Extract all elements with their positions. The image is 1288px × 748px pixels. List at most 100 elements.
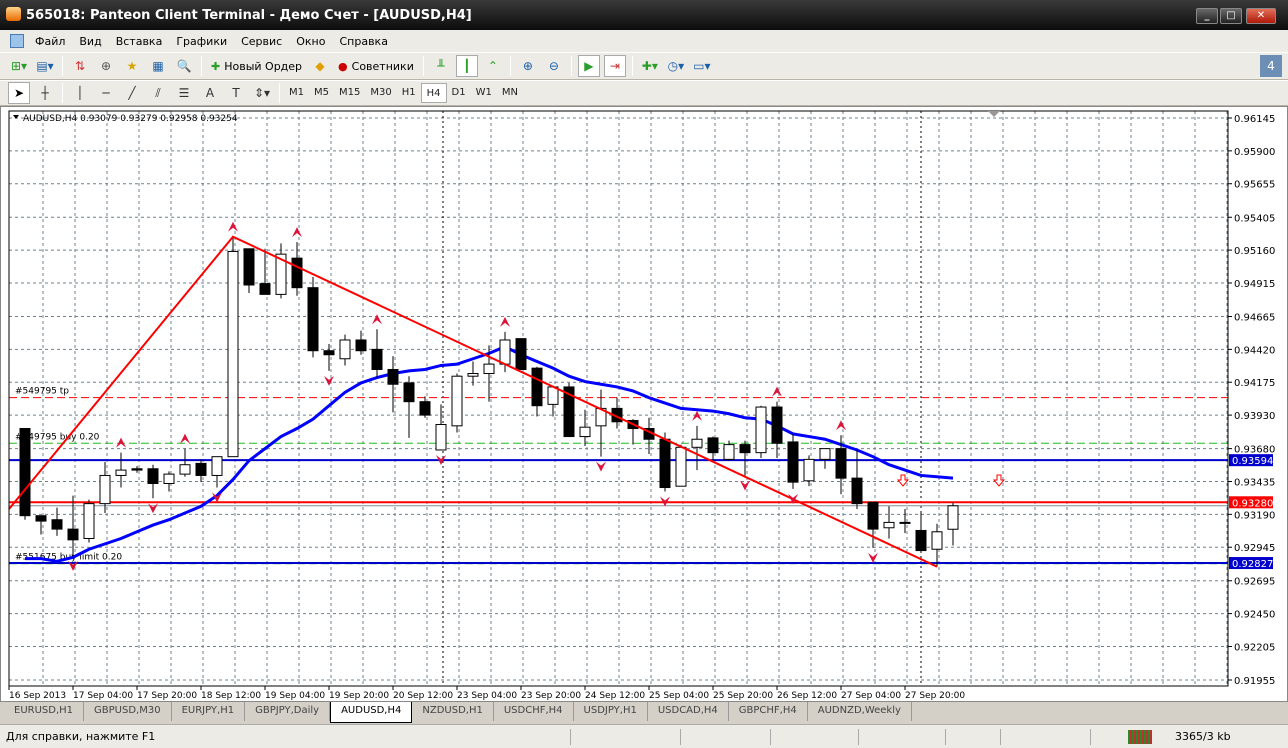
chart-tab[interactable]: USDCAD,H4	[648, 702, 729, 721]
candle-bull	[899, 521, 911, 524]
chat-icon[interactable]: 4	[1260, 55, 1282, 77]
status-bar: Для справки, нажмите F1 3365/3 kb	[0, 724, 1288, 748]
periods-icon[interactable]: ◷▾	[665, 55, 687, 77]
app-icon	[6, 7, 21, 21]
timeframe-m30[interactable]: M30	[365, 83, 396, 103]
new-order-button[interactable]: ✚ Новый Ордер	[208, 55, 305, 77]
menu-help[interactable]: Справка	[332, 35, 394, 48]
timeframe-mn[interactable]: MN	[497, 83, 523, 103]
zoom-in-icon[interactable]: ⊕	[517, 55, 539, 77]
new-chart-icon[interactable]: ⊞▾	[8, 55, 30, 77]
y-tick-label: 0.91955	[1234, 676, 1275, 687]
timeframe-m1[interactable]: M1	[284, 83, 309, 103]
equidistant-channel-icon[interactable]: ⫽	[147, 82, 169, 104]
menu-window[interactable]: Окно	[289, 35, 332, 48]
candle-bear	[19, 428, 31, 517]
close-button[interactable]: ✕	[1246, 8, 1276, 24]
timeframe-m15[interactable]: M15	[334, 83, 365, 103]
y-tick-label: 0.94665	[1234, 313, 1275, 324]
horizontal-line-icon[interactable]: ─	[95, 82, 117, 104]
favorites-icon[interactable]: ★	[121, 55, 143, 77]
experts-button[interactable]: ● Советники	[335, 55, 417, 77]
menu-view[interactable]: Вид	[72, 35, 108, 48]
trendline-icon[interactable]: ╱	[121, 82, 143, 104]
candle-bear	[915, 529, 927, 552]
line-chart-icon[interactable]: ⌃	[482, 55, 504, 77]
chart-tab[interactable]: GBPUSD,M30	[84, 702, 172, 721]
fibonacci-icon[interactable]: ☰	[173, 82, 195, 104]
y-tick-label: 0.93435	[1234, 477, 1275, 488]
chart-tab[interactable]: USDJPY,H1	[574, 702, 648, 721]
menu-charts[interactable]: Графики	[169, 35, 234, 48]
fractal-down-arrow-icon	[740, 480, 750, 491]
chart-tab[interactable]: GBPCHF,H4	[729, 702, 808, 721]
y-tick-label: 0.94175	[1234, 378, 1275, 389]
chart-tab[interactable]: AUDNZD,Weekly	[808, 702, 912, 721]
terminal-icon[interactable]: ▦	[147, 55, 169, 77]
y-tick-label: 0.95900	[1234, 147, 1275, 158]
candle-bull	[99, 474, 111, 505]
text-label-icon[interactable]: T	[225, 82, 247, 104]
fractal-up-arrow-icon	[772, 386, 782, 397]
profiles-icon[interactable]: ▤▾	[34, 55, 56, 77]
y-tick-label: 0.93680	[1234, 445, 1275, 456]
chart-tab[interactable]: USDCHF,H4	[494, 702, 574, 721]
zoom-out-icon[interactable]: ⊖	[543, 55, 565, 77]
chart-tab[interactable]: EURJPY,H1	[172, 702, 246, 721]
candle-bear	[771, 406, 783, 444]
timeframe-h4[interactable]: H4	[420, 83, 447, 103]
chart-tab[interactable]: NZDUSD,H1	[412, 702, 494, 721]
menu-insert[interactable]: Вставка	[109, 35, 170, 48]
chart-tab[interactable]: EURUSD,H1	[4, 702, 85, 721]
candle-bear	[195, 462, 207, 476]
x-tick-label: 27 Sep 20:00	[905, 691, 965, 701]
line-studies-toolbar: ➤ ┼ │ ─ ╱ ⫽ ☰ A T ⇕▾ M1 M5 M15 M30 H1 H4…	[0, 80, 1288, 106]
tester-icon[interactable]: 🔍	[173, 55, 195, 77]
price-label: 0.93280	[1232, 498, 1273, 509]
crosshair-icon[interactable]: ┼	[34, 82, 56, 104]
auto-scroll-icon[interactable]: ▶	[577, 55, 600, 77]
candle-bull	[435, 423, 447, 451]
chart-tab[interactable]: AUDUSD,H4	[330, 702, 413, 723]
fractal-up-arrow-icon	[372, 314, 382, 325]
market-watch-icon[interactable]: ⇅	[69, 55, 91, 77]
vertical-line-icon[interactable]: │	[69, 82, 91, 104]
minimize-button[interactable]: _	[1196, 8, 1218, 24]
price-chart[interactable]: 0.96145 0.95900 0.95655 0.95405 0.95160 0.949…	[0, 106, 1288, 702]
chart-window-icon	[10, 34, 24, 48]
x-tick-label: 25 Sep 04:00	[649, 691, 709, 701]
y-tick-label: 0.94915	[1234, 279, 1275, 290]
menu-tools[interactable]: Сервис	[234, 35, 289, 48]
x-tick-label: 19 Sep 20:00	[329, 691, 389, 701]
fractal-up-arrow-icon	[292, 227, 302, 238]
candle-bear	[707, 437, 719, 454]
candle-bear	[51, 519, 63, 530]
templates-icon[interactable]: ▭▾	[691, 55, 713, 77]
y-tick-label: 0.92945	[1234, 543, 1275, 554]
candle-bull	[339, 339, 351, 360]
text-icon[interactable]: A	[199, 82, 221, 104]
candlestick-chart-icon[interactable]: ┃	[455, 55, 478, 77]
timeframe-h1[interactable]: H1	[397, 83, 421, 103]
candle-bear	[147, 468, 159, 485]
timeframe-w1[interactable]: W1	[471, 83, 497, 103]
chart-canvas[interactable]: 0.96145 0.95900 0.95655 0.95405 0.95160 0.949…	[1, 107, 1288, 703]
y-tick-label: 0.92205	[1234, 642, 1275, 653]
candle-bear	[531, 367, 543, 407]
candle-bear	[835, 448, 847, 479]
x-tick-label: 20 Sep 12:00	[393, 691, 453, 701]
timeframe-m5[interactable]: M5	[309, 83, 334, 103]
chart-shift-icon[interactable]: ⇥	[603, 55, 626, 77]
chart-menu-arrow-icon	[13, 115, 19, 119]
crosshair-nav-icon[interactable]: ⊕	[95, 55, 117, 77]
timeframe-d1[interactable]: D1	[447, 83, 471, 103]
arrows-icon[interactable]: ⇕▾	[251, 82, 273, 104]
indicators-icon[interactable]: ✚▾	[639, 55, 661, 77]
maximize-button[interactable]: □	[1220, 8, 1242, 24]
candle-bull	[467, 373, 479, 377]
cursor-icon[interactable]: ➤	[8, 82, 30, 104]
bar-chart-icon[interactable]: ╨	[430, 55, 452, 77]
chart-tab[interactable]: GBPJPY,Daily	[245, 702, 331, 721]
menu-file[interactable]: Файл	[28, 35, 72, 48]
alert-icon[interactable]: ◆	[309, 55, 331, 77]
